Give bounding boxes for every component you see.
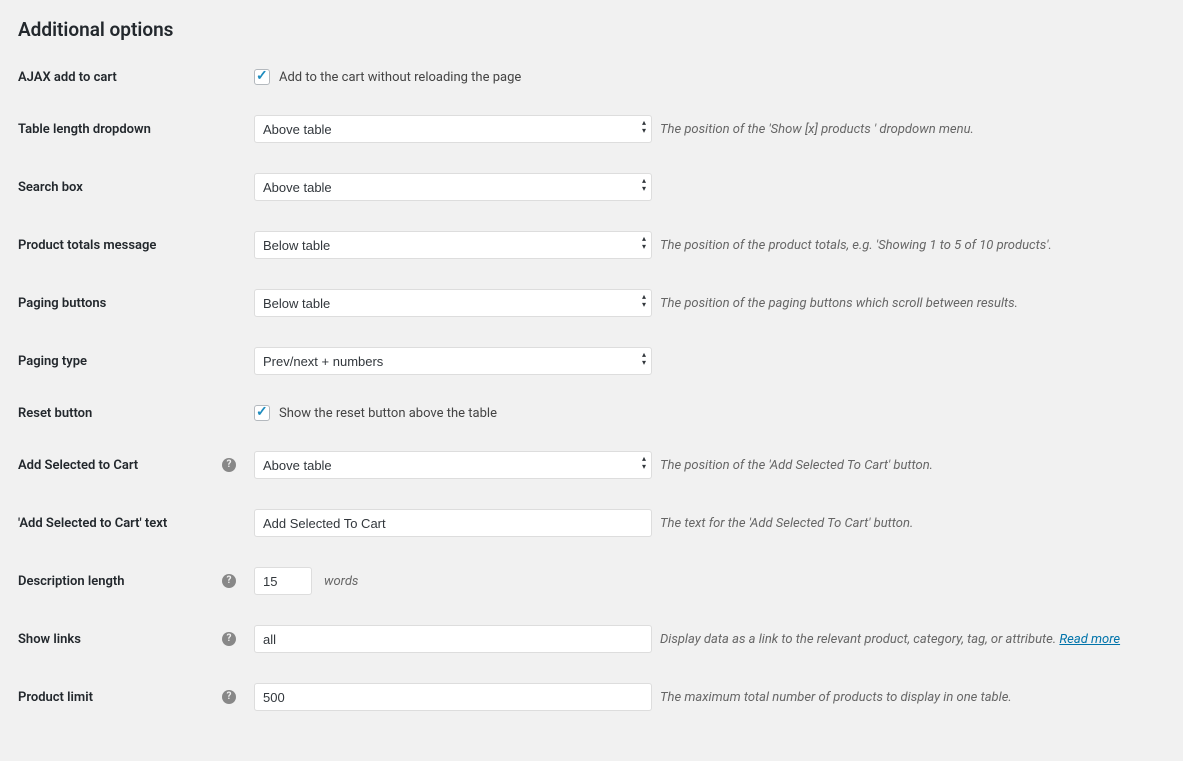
paging-buttons-select[interactable]: Below table <box>254 289 652 317</box>
description-length-suffix: words <box>324 574 358 589</box>
paging-type-row: Paging type Prev/next + numbers ▴▾ <box>18 347 1165 375</box>
help-icon[interactable] <box>222 632 236 646</box>
ajax-add-to-cart-checkbox-label: Add to the cart without reloading the pa… <box>279 70 521 85</box>
add-selected-to-cart-text-label: 'Add Selected to Cart' text <box>18 516 254 531</box>
description-length-row: Description length words <box>18 567 1165 595</box>
product-totals-message-label: Product totals message <box>18 238 254 253</box>
paging-buttons-description: The position of the paging buttons which… <box>660 296 1018 311</box>
show-links-row: Show links Display data as a link to the… <box>18 625 1165 653</box>
search-box-label: Search box <box>18 180 254 195</box>
add-selected-to-cart-row: Add Selected to Cart Above table ▴▾ The … <box>18 451 1165 479</box>
show-links-input[interactable] <box>254 625 652 653</box>
paging-buttons-label: Paging buttons <box>18 296 254 311</box>
description-length-label: Description length <box>18 574 254 589</box>
product-totals-message-description: The position of the product totals, e.g.… <box>660 238 1052 253</box>
help-icon[interactable] <box>222 690 236 704</box>
product-limit-description: The maximum total number of products to … <box>660 690 1012 705</box>
product-limit-input[interactable] <box>254 683 652 711</box>
table-length-dropdown-label: Table length dropdown <box>18 122 254 137</box>
reset-button-row: Reset button Show the reset button above… <box>18 405 1165 421</box>
paging-type-label: Paging type <box>18 354 254 369</box>
ajax-add-to-cart-row: AJAX add to cart Add to the cart without… <box>18 69 1165 85</box>
help-icon[interactable] <box>222 574 236 588</box>
section-heading: Additional options <box>18 18 1165 41</box>
add-selected-to-cart-text-description: The text for the 'Add Selected To Cart' … <box>660 516 913 531</box>
table-length-dropdown-row: Table length dropdown Above table ▴▾ The… <box>18 115 1165 143</box>
search-box-select[interactable]: Above table <box>254 173 652 201</box>
product-limit-row: Product limit The maximum total number o… <box>18 683 1165 711</box>
reset-button-label: Reset button <box>18 406 254 421</box>
show-links-label: Show links <box>18 632 254 647</box>
product-totals-message-row: Product totals message Below table ▴▾ Th… <box>18 231 1165 259</box>
add-selected-to-cart-label: Add Selected to Cart <box>18 458 254 473</box>
reset-button-checkbox-label: Show the reset button above the table <box>279 406 497 421</box>
add-selected-to-cart-text-input[interactable] <box>254 509 652 537</box>
ajax-add-to-cart-checkbox[interactable] <box>254 69 270 85</box>
reset-button-checkbox[interactable] <box>254 405 270 421</box>
product-totals-message-select[interactable]: Below table <box>254 231 652 259</box>
paging-type-select[interactable]: Prev/next + numbers <box>254 347 652 375</box>
add-selected-to-cart-description: The position of the 'Add Selected To Car… <box>660 458 933 473</box>
show-links-description: Display data as a link to the relevant p… <box>660 632 1120 647</box>
search-box-row: Search box Above table ▴▾ <box>18 173 1165 201</box>
read-more-link[interactable]: Read more <box>1059 632 1120 647</box>
product-limit-label: Product limit <box>18 690 254 705</box>
ajax-add-to-cart-label: AJAX add to cart <box>18 70 254 85</box>
table-length-dropdown-description: The position of the 'Show [x] products '… <box>660 122 974 137</box>
table-length-dropdown-select[interactable]: Above table <box>254 115 652 143</box>
help-icon[interactable] <box>222 458 236 472</box>
paging-buttons-row: Paging buttons Below table ▴▾ The positi… <box>18 289 1165 317</box>
add-selected-to-cart-text-row: 'Add Selected to Cart' text The text for… <box>18 509 1165 537</box>
add-selected-to-cart-select[interactable]: Above table <box>254 451 652 479</box>
description-length-input[interactable] <box>254 567 312 595</box>
